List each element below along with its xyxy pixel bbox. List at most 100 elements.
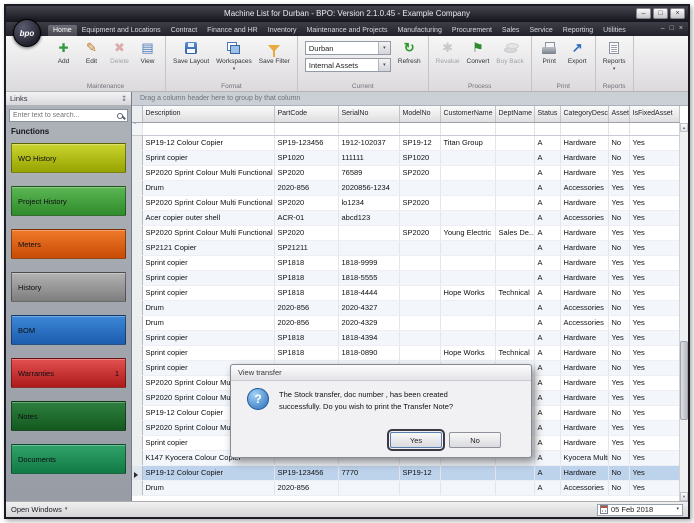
cell-serialno[interactable]: 1912-102037 <box>338 135 399 150</box>
cell-status[interactable]: A <box>534 450 560 465</box>
cell-partcode[interactable]: SP1020 <box>274 150 338 165</box>
cell-serialno[interactable]: 1818-4394 <box>338 330 399 345</box>
auto-filter-row[interactable] <box>132 122 679 135</box>
cell-customername[interactable]: Titan Group <box>440 135 495 150</box>
cell-asset[interactable]: Yes <box>608 165 629 180</box>
ribbon-tab[interactable]: Home <box>48 25 77 36</box>
cell-serialno[interactable]: 1818-9999 <box>338 255 399 270</box>
cell-asset[interactable]: No <box>608 150 629 165</box>
table-row[interactable]: SP19-12 Colour Copier SP19-123456 7770 S… <box>132 465 679 480</box>
cell-isfixedasset[interactable]: Yes <box>629 210 679 225</box>
cell-deptname[interactable]: Sales De... <box>495 225 534 240</box>
cell-description[interactable]: SP19-12 Colour Copier <box>142 135 274 150</box>
cell-serialno[interactable]: 76589 <box>338 165 399 180</box>
cell-isfixedasset[interactable]: Yes <box>629 405 679 420</box>
cell-serialno[interactable]: 1818-5555 <box>338 270 399 285</box>
cell-serialno[interactable]: 2020-4327 <box>338 300 399 315</box>
cell-deptname[interactable] <box>495 480 534 495</box>
table-row[interactable]: Sprint copier SP1818 1818-4444 Hope Work… <box>132 285 679 300</box>
cell-serialno[interactable]: 1818-0890 <box>338 345 399 360</box>
pin-icon[interactable]: ↧ <box>121 95 127 103</box>
column-header-customername[interactable]: CustomerName <box>440 106 495 122</box>
yes-button[interactable]: Yes <box>390 432 442 448</box>
ribbon-tab[interactable]: Contract <box>166 25 202 36</box>
cell-isfixedasset[interactable]: Yes <box>629 225 679 240</box>
cell-isfixedasset[interactable]: Yes <box>629 180 679 195</box>
cell-description[interactable]: Drum <box>142 315 274 330</box>
cell-asset[interactable]: Yes <box>608 375 629 390</box>
print-button[interactable]: Print <box>536 38 563 82</box>
cell-categorydesc[interactable]: Hardware <box>560 285 608 300</box>
cell-deptname[interactable] <box>495 315 534 330</box>
cell-asset[interactable]: No <box>608 405 629 420</box>
function-button[interactable]: Project History <box>11 186 126 216</box>
cell-isfixedasset[interactable]: Yes <box>629 240 679 255</box>
ribbon-tab[interactable]: Equipment and Locations <box>77 25 166 36</box>
function-button[interactable]: BOM <box>11 315 126 345</box>
cell-status[interactable]: A <box>534 195 560 210</box>
cell-categorydesc[interactable]: Hardware <box>560 165 608 180</box>
cell-serialno[interactable]: lo1234 <box>338 195 399 210</box>
cell-modelno[interactable] <box>399 240 440 255</box>
cell-asset[interactable]: No <box>608 360 629 375</box>
buy-back-button[interactable]: Buy Back <box>493 38 526 82</box>
cell-modelno[interactable] <box>399 270 440 285</box>
cell-asset[interactable]: Yes <box>608 255 629 270</box>
cell-deptname[interactable] <box>495 165 534 180</box>
cell-partcode[interactable]: SP2020 <box>274 225 338 240</box>
cell-categorydesc[interactable]: Hardware <box>560 345 608 360</box>
ribbon-tab[interactable]: Inventory <box>263 25 302 36</box>
table-row[interactable]: Sprint copier SP1020 111111 SP1020 A Har… <box>132 150 679 165</box>
cell-status[interactable]: A <box>534 225 560 240</box>
save-filter-button[interactable]: Save Filter <box>256 38 293 82</box>
function-button[interactable]: History <box>11 272 126 302</box>
cell-customername[interactable] <box>440 165 495 180</box>
cell-modelno[interactable]: SP2020 <box>399 225 440 240</box>
cell-isfixedasset[interactable]: Yes <box>629 360 679 375</box>
cell-status[interactable]: A <box>534 345 560 360</box>
cell-modelno[interactable] <box>399 255 440 270</box>
cell-partcode[interactable]: SP2020 <box>274 195 338 210</box>
add-button[interactable]: ✚ Add <box>50 38 77 82</box>
cell-categorydesc[interactable]: Accessories <box>560 180 608 195</box>
table-row[interactable]: Drum 2020-856 2020-4327 A Accessories No… <box>132 300 679 315</box>
cell-status[interactable]: A <box>534 420 560 435</box>
mdi-minimize-icon[interactable]: – <box>661 24 665 33</box>
mdi-close-icon[interactable]: × <box>679 24 683 33</box>
cell-description[interactable]: Drum <box>142 480 274 495</box>
export-button[interactable]: ↗ Export <box>564 38 591 82</box>
column-header-isfixedasset[interactable]: IsFixedAsset <box>629 106 679 122</box>
cell-asset[interactable]: No <box>608 300 629 315</box>
cell-partcode[interactable]: SP1818 <box>274 270 338 285</box>
cell-modelno[interactable] <box>399 480 440 495</box>
cell-status[interactable]: A <box>534 285 560 300</box>
cell-status[interactable]: A <box>534 465 560 480</box>
table-row[interactable]: SP2121 Copier SP21211 A Hardware No Yes <box>132 240 679 255</box>
cell-categorydesc[interactable]: Hardware <box>560 465 608 480</box>
ribbon-tab[interactable]: Sales <box>497 25 525 36</box>
cell-serialno[interactable] <box>338 225 399 240</box>
cell-description[interactable]: SP2020 Sprint Colour Multi Functional Co… <box>142 195 274 210</box>
table-row[interactable]: Drum 2020-856 2020856-1234 A Accessories… <box>132 180 679 195</box>
cell-deptname[interactable] <box>495 135 534 150</box>
cell-status[interactable]: A <box>534 390 560 405</box>
cell-categorydesc[interactable]: Hardware <box>560 420 608 435</box>
cell-partcode[interactable]: 2020-856 <box>274 180 338 195</box>
reports-button[interactable]: Reports ▾ <box>600 38 629 82</box>
save-layout-button[interactable]: Save Layout <box>170 38 212 82</box>
cell-customername[interactable] <box>440 330 495 345</box>
cell-status[interactable]: A <box>534 300 560 315</box>
table-row[interactable]: Sprint copier SP1818 1818-4394 A Hardwar… <box>132 330 679 345</box>
grid-scrollbar[interactable]: ▲ ▼ <box>679 123 688 501</box>
cell-description[interactable]: SP2020 Sprint Colour Multi Functional Co… <box>142 225 274 240</box>
cell-isfixedasset[interactable]: Yes <box>629 435 679 450</box>
cell-isfixedasset[interactable]: Yes <box>629 285 679 300</box>
asset-type-select[interactable]: Internal Assets ▾ <box>305 58 391 72</box>
table-row[interactable]: Acer copier outer shell ACR-01 abcd123 A… <box>132 210 679 225</box>
cell-description[interactable]: Sprint copier <box>142 285 274 300</box>
cell-description[interactable]: Sprint copier <box>142 270 274 285</box>
cell-categorydesc[interactable]: Accessories <box>560 210 608 225</box>
cell-isfixedasset[interactable]: Yes <box>629 255 679 270</box>
cell-status[interactable]: A <box>534 375 560 390</box>
cell-deptname[interactable] <box>495 150 534 165</box>
